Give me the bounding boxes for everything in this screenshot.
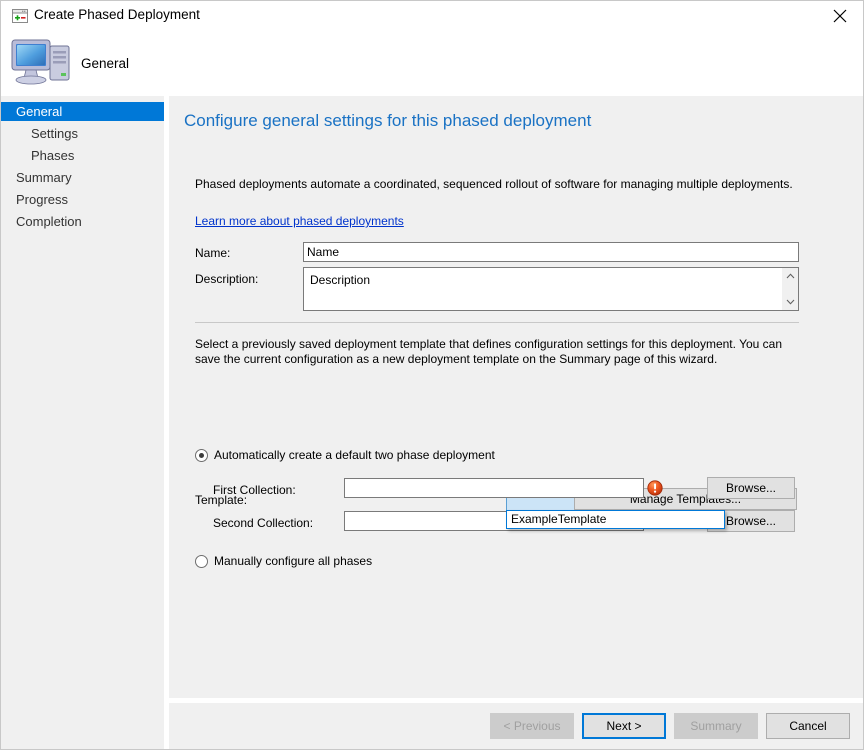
computer-icon xyxy=(9,36,73,88)
wizard-content-panel: Configure general settings for this phas… xyxy=(169,96,863,749)
description-label: Description: xyxy=(195,272,259,286)
radio-unselected-icon xyxy=(195,555,208,568)
radio-manual-label: Manually configure all phases xyxy=(214,554,373,568)
window-title: Create Phased Deployment xyxy=(34,7,200,22)
radio-automatic-label: Automatically create a default two phase… xyxy=(214,448,495,462)
learn-more-link[interactable]: Learn more about phased deployments xyxy=(195,214,404,228)
scroll-up-icon[interactable] xyxy=(782,268,798,284)
page-title: Configure general settings for this phas… xyxy=(184,111,592,130)
description-input[interactable] xyxy=(308,271,777,311)
create-phased-deployment-window: Create Phased Deployment General General… xyxy=(0,0,864,750)
wizard-header: General xyxy=(1,31,863,96)
next-button[interactable]: Next > xyxy=(582,713,666,739)
summary-button[interactable]: Summary xyxy=(674,713,758,739)
cancel-button[interactable]: Cancel xyxy=(766,713,850,739)
dropdown-option[interactable]: ExampleTemplate xyxy=(507,511,724,528)
wizard-footer: < Previous Next > Summary Cancel xyxy=(169,703,863,749)
header-page-label: General xyxy=(81,56,130,71)
description-scrollbar[interactable] xyxy=(782,268,798,310)
first-collection-input[interactable] xyxy=(344,478,644,498)
description-box xyxy=(303,267,799,311)
intro-text: Phased deployments automate a coordinate… xyxy=(195,177,793,191)
first-collection-label: First Collection: xyxy=(213,483,296,497)
sidebar-item-progress[interactable]: Progress xyxy=(1,190,179,209)
section-divider xyxy=(195,322,799,323)
close-icon[interactable] xyxy=(817,1,863,31)
scroll-down-icon[interactable] xyxy=(782,294,798,310)
second-collection-label: Second Collection: xyxy=(213,516,314,530)
radio-selected-icon xyxy=(195,449,208,462)
browse-first-collection-button[interactable]: Browse... xyxy=(707,477,795,499)
name-input[interactable] xyxy=(303,242,799,262)
previous-button[interactable]: < Previous xyxy=(490,713,574,739)
sidebar-item-general[interactable]: General xyxy=(1,102,179,121)
sidebar-item-summary[interactable]: Summary xyxy=(1,168,179,187)
error-exclamation-icon[interactable] xyxy=(647,480,663,496)
wizard-step-nav: General Settings Phases Summary Progress… xyxy=(1,96,179,749)
template-section-description: Select a previously saved deployment tem… xyxy=(195,337,783,366)
name-label: Name: xyxy=(195,246,231,260)
wizard-window-icon xyxy=(12,8,28,24)
wizard-body: General Settings Phases Summary Progress… xyxy=(1,96,863,749)
title-bar: Create Phased Deployment xyxy=(1,1,863,31)
sidebar-item-completion[interactable]: Completion xyxy=(1,212,179,231)
template-dropdown-list[interactable]: ExampleTemplate xyxy=(506,510,725,529)
